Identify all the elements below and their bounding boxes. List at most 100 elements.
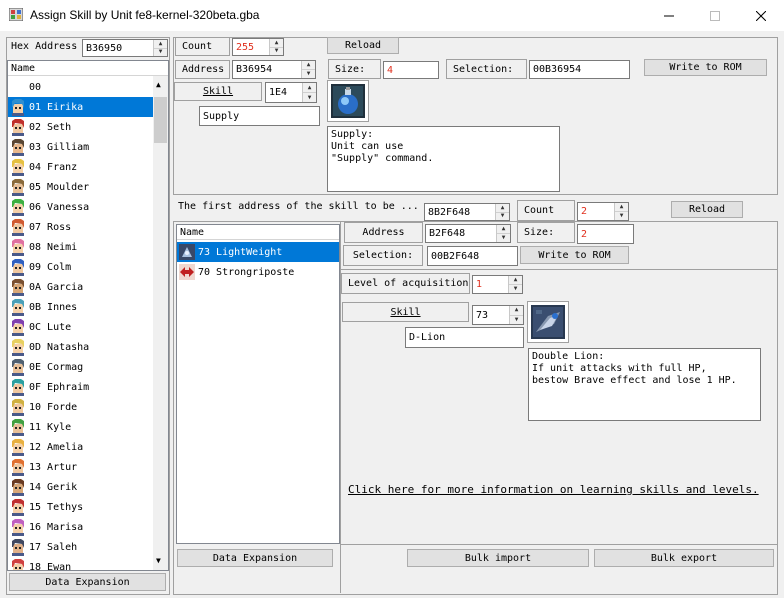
unit-list-item[interactable]: 10 Forde — [8, 397, 154, 417]
count-spinner[interactable]: ▲ ▼ — [269, 39, 283, 55]
unit-list-item-label: 15 Tethys — [29, 501, 84, 513]
bulk-export-button[interactable]: Bulk export — [594, 549, 774, 567]
unit-list-item[interactable]: 11 Kyle — [8, 417, 154, 437]
unit-list-item[interactable]: 02 Seth — [8, 117, 154, 137]
unit-list-item[interactable]: 01 Eirika — [8, 97, 154, 117]
lower-skill-name-field[interactable]: D-Lion — [405, 327, 524, 348]
unit-list-item[interactable]: 0B Innes — [8, 297, 154, 317]
strongriposte-icon — [179, 263, 195, 281]
lower-address-label: Address — [344, 222, 423, 243]
maximize-button[interactable] — [692, 0, 738, 31]
unit-portrait-icon — [10, 138, 26, 156]
lower-skill-label: Skill — [342, 302, 469, 322]
window-title: Assign Skill by Unit fe8-kernel-320beta.… — [30, 8, 260, 22]
level-input[interactable]: 1 ▲ ▼ — [472, 275, 523, 294]
unit-portrait-icon — [10, 198, 26, 216]
unit-list-item[interactable]: 0A Garcia — [8, 277, 154, 297]
skill-list[interactable]: Name 73 LightWeight 70 Strongriposte — [176, 224, 340, 544]
unit-portrait-icon — [10, 218, 26, 236]
selection-input[interactable]: 00B36954 — [529, 60, 630, 79]
unit-list-item-label: 0C Lute — [29, 321, 72, 333]
skill-description[interactable]: Supply: Unit can use "Supply" command. — [327, 126, 560, 192]
scroll-up-icon[interactable]: ▲ — [156, 80, 161, 89]
unit-portrait-icon — [10, 338, 26, 356]
reload-button[interactable]: Reload — [327, 37, 399, 54]
lower-skill-id-spinner[interactable]: ▲ ▼ — [509, 306, 523, 324]
lower-selection-label: Selection: — [343, 245, 423, 266]
unit-list-scrollbar[interactable]: ▲ ▼ — [153, 76, 168, 570]
unit-portrait-icon — [10, 558, 26, 570]
lower-write-to-rom-button[interactable]: Write to ROM — [520, 246, 629, 264]
unit-list-item[interactable]: 03 Gilliam — [8, 137, 154, 157]
level-spinner[interactable]: ▲ ▼ — [508, 276, 522, 293]
unit-list-item-label: 17 Saleh — [29, 541, 78, 553]
lower-count-input[interactable]: 2 ▲ ▼ — [577, 202, 629, 221]
unit-list-item[interactable]: 0E Cormag — [8, 357, 154, 377]
unit-list-item[interactable]: 00 — [8, 77, 154, 97]
close-icon — [756, 10, 766, 21]
minimize-button[interactable] — [646, 0, 692, 31]
unit-portrait-icon — [10, 518, 26, 536]
unit-list-item[interactable]: 06 Vanessa — [8, 197, 154, 217]
unit-list-item[interactable]: 18 Ewan — [8, 557, 154, 570]
first-address-spinner[interactable]: ▲ ▼ — [495, 204, 509, 220]
skill-id-spinner[interactable]: ▲ ▼ — [302, 83, 316, 102]
unit-list[interactable]: Name 00 01 Eirika 02 Seth 03 Gilliam 04 Fran… — [7, 60, 169, 571]
lower-address-input[interactable]: B2F648 ▲ ▼ — [425, 224, 511, 243]
unit-list-item[interactable]: 05 Moulder — [8, 177, 154, 197]
unit-list-item[interactable]: 12 Amelia — [8, 437, 154, 457]
size-input[interactable]: 4 — [383, 61, 439, 79]
info-link[interactable]: Click here for more information on learn… — [348, 483, 759, 496]
lower-size-label: Size: — [517, 222, 575, 243]
close-button[interactable] — [738, 0, 784, 31]
unit-list-item[interactable]: 09 Colm — [8, 257, 154, 277]
unit-list-item[interactable]: 0F Ephraim — [8, 377, 154, 397]
unit-portrait-icon — [10, 478, 26, 496]
hex-address-input[interactable]: B36950 ▲ ▼ — [82, 39, 168, 57]
unit-portrait-icon — [10, 378, 26, 396]
skill-data-expansion-button[interactable]: Data Expansion — [177, 549, 333, 567]
bottom-divider — [341, 544, 777, 545]
hex-address-label: Hex Address — [11, 41, 78, 52]
lower-count-label: Count — [517, 200, 575, 221]
unit-portrait-icon — [10, 318, 26, 336]
address-input[interactable]: B36954 ▲ ▼ — [232, 60, 316, 79]
skill-name-field[interactable]: Supply — [199, 106, 320, 126]
scroll-down-icon[interactable]: ▼ — [156, 556, 161, 565]
address-spinner[interactable]: ▲ ▼ — [301, 61, 315, 78]
unit-portrait-icon — [10, 178, 26, 196]
lower-selection-input[interactable]: 00B2F648 — [427, 246, 518, 266]
skill-list-header: Name — [177, 225, 339, 240]
unit-list-item-label: 0D Natasha — [29, 341, 90, 353]
skill-list-item[interactable]: 70 Strongriposte — [177, 262, 339, 282]
lower-reload-button[interactable]: Reload — [671, 201, 743, 218]
unit-list-item[interactable]: 08 Neimi — [8, 237, 154, 257]
first-address-input[interactable]: 8B2F648 ▲ ▼ — [424, 203, 510, 221]
supply-skill-icon — [327, 80, 369, 122]
lower-size-input[interactable]: 2 — [577, 224, 634, 244]
unit-list-item[interactable]: 0C Lute — [8, 317, 154, 337]
unit-list-item[interactable]: 15 Tethys — [8, 497, 154, 517]
bulk-import-button[interactable]: Bulk import — [407, 549, 589, 567]
unit-list-item[interactable]: 07 Ross — [8, 217, 154, 237]
unit-list-item[interactable]: 04 Franz — [8, 157, 154, 177]
unit-portrait-icon — [10, 538, 26, 556]
lower-skill-id-input[interactable]: 73 ▲ ▼ — [472, 305, 524, 325]
unit-portrait-icon — [10, 118, 26, 136]
lower-count-spinner[interactable]: ▲ ▼ — [614, 203, 628, 220]
unit-list-item[interactable]: 16 Marisa — [8, 517, 154, 537]
lower-skill-description[interactable]: Double Lion: If unit attacks with full H… — [528, 348, 761, 421]
unit-list-item[interactable]: 14 Gerik — [8, 477, 154, 497]
count-input[interactable]: 255 ▲ ▼ — [232, 38, 284, 56]
scroll-thumb[interactable] — [154, 97, 167, 143]
write-to-rom-button[interactable]: Write to ROM — [644, 59, 767, 76]
unit-data-expansion-button[interactable]: Data Expansion — [9, 573, 166, 591]
lower-address-spinner[interactable]: ▲ ▼ — [496, 225, 510, 242]
skill-list-item[interactable]: 73 LightWeight — [177, 242, 339, 262]
hex-address-spinner[interactable]: ▲ ▼ — [153, 40, 167, 56]
unit-list-item[interactable]: 17 Saleh — [8, 537, 154, 557]
unit-list-item[interactable]: 0D Natasha — [8, 337, 154, 357]
unit-list-item-label: 16 Marisa — [29, 521, 84, 533]
skill-id-input[interactable]: 1E4 ▲ ▼ — [265, 82, 317, 103]
unit-list-item[interactable]: 13 Artur — [8, 457, 154, 477]
